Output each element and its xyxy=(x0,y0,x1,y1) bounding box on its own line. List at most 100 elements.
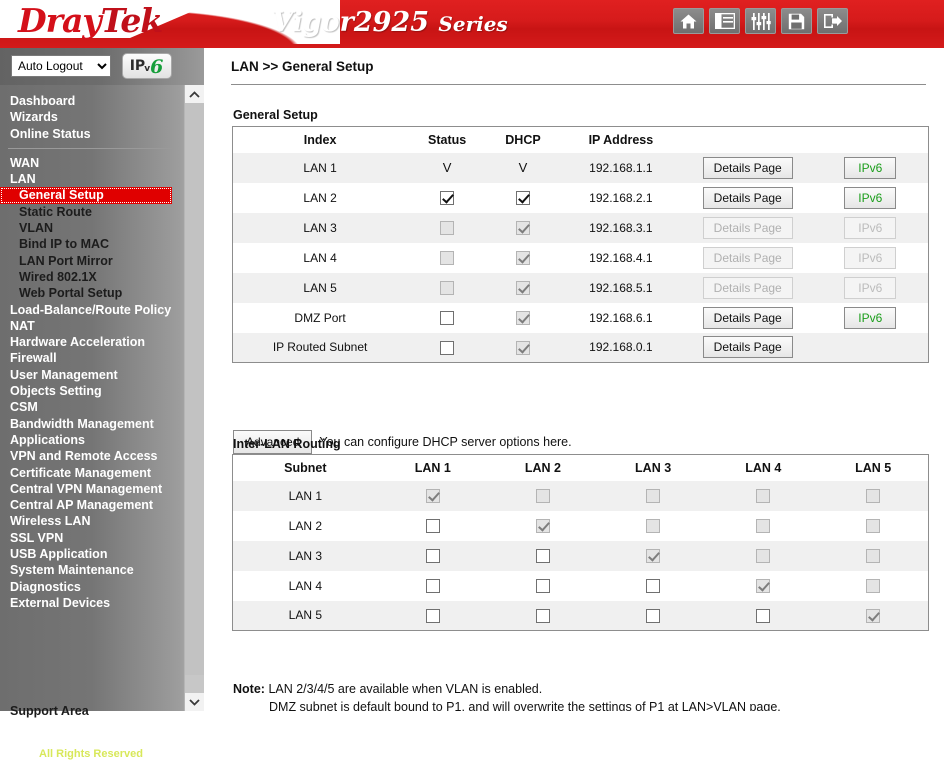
sidebar-item-wired-802-1x[interactable]: Wired 802.1X xyxy=(0,269,182,285)
sidebar-item-user-management[interactable]: User Management xyxy=(0,367,182,383)
sidebar-item-lan-port-mirror[interactable]: LAN Port Mirror xyxy=(0,253,182,269)
sidebar-item-hardware-acceleration[interactable]: Hardware Acceleration xyxy=(0,334,182,350)
subnet-label-cell: LAN 4 xyxy=(288,578,323,593)
table-row: IP Routed Subnet 192.168.0.1 Details Page xyxy=(232,332,929,363)
sidebar-item-external-devices[interactable]: External Devices xyxy=(0,595,182,611)
dhcp-checkbox[interactable] xyxy=(516,190,530,205)
details-page-button[interactable]: Details Page xyxy=(702,186,793,209)
status-checkbox[interactable] xyxy=(440,310,455,325)
ipv6-button[interactable]: IPv6 xyxy=(844,156,897,179)
sidebar-item-vpn-and-remote-access[interactable]: VPN and Remote Access xyxy=(0,448,182,464)
status-cell xyxy=(407,212,488,243)
sidebar-item-wan[interactable]: WAN xyxy=(0,155,182,171)
sidebar-divider xyxy=(8,147,172,149)
ipv6-button[interactable]: IPv6 xyxy=(844,186,897,209)
details-page-button[interactable]: Details Page xyxy=(702,156,793,179)
sidebar-item-system-maintenance[interactable]: System Maintenance xyxy=(0,562,182,578)
sidebar-item-wireless-lan[interactable]: Wireless LAN xyxy=(0,513,182,529)
sidebar-item-ssl-vpn[interactable]: SSL VPN xyxy=(0,530,182,546)
sidebar-item-certificate-management[interactable]: Certificate Management xyxy=(0,465,182,481)
routing-checkbox[interactable] xyxy=(756,608,771,623)
table-row: LAN 1 xyxy=(232,480,929,511)
sidebar-item-vlan[interactable]: VLAN xyxy=(0,220,182,236)
sidebar-scrollbar[interactable] xyxy=(184,85,204,711)
sidebar-item-firewall[interactable]: Firewall xyxy=(0,350,182,366)
sidebar-item-central-ap-management[interactable]: Central AP Management xyxy=(0,497,182,513)
logout-icon[interactable] xyxy=(817,8,848,34)
dhcp-cell xyxy=(487,272,559,303)
sidebar-item-general-setup[interactable]: General Setup xyxy=(0,187,172,204)
ipv6-cell: IPv6 xyxy=(813,303,929,333)
routing-checkbox[interactable] xyxy=(535,578,550,593)
save-floppy-icon[interactable] xyxy=(781,8,812,34)
sidebar-item-load-balance-route-policy[interactable]: Load-Balance/Route Policy xyxy=(0,302,182,318)
sidebar-item-product-registration[interactable]: Product Registration xyxy=(0,720,182,737)
product-model-title: Vigor2925 Series xyxy=(272,7,508,38)
ip-address-cell: 192.168.3.1 xyxy=(558,212,683,243)
model-series: Series xyxy=(438,12,508,36)
routing-checkbox[interactable] xyxy=(425,608,440,623)
sidebar-item-diagnostics[interactable]: Diagnostics xyxy=(0,579,182,595)
routing-checkbox[interactable] xyxy=(646,578,661,593)
routing-cell xyxy=(378,571,488,601)
sidebar-item-wizards[interactable]: Wizards xyxy=(0,109,182,125)
scroll-up-arrow-icon[interactable] xyxy=(185,85,204,103)
sidebar-item-usb-application[interactable]: USB Application xyxy=(0,546,182,562)
sidebar-item-central-vpn-management[interactable]: Central VPN Management xyxy=(0,481,182,497)
scroll-down-arrow-icon[interactable] xyxy=(185,693,204,711)
routing-checkbox[interactable] xyxy=(646,608,661,623)
ip-address-cell: 192.168.2.1 xyxy=(589,190,653,205)
routing-checkbox[interactable] xyxy=(425,548,440,563)
column-header xyxy=(682,126,813,153)
column-header: LAN 5 xyxy=(818,454,929,481)
sidebar-item-web-portal-setup[interactable]: Web Portal Setup xyxy=(0,285,182,301)
sidebar-item-nat[interactable]: NAT xyxy=(0,318,182,334)
status-cell xyxy=(407,243,487,273)
ipv6-mode-button[interactable]: IP v 6 xyxy=(122,53,172,79)
table-row: LAN 5 192.168.5.1 Details Page IPv6 xyxy=(232,272,929,303)
auto-logout-select[interactable]: Auto LogoutOff1 min3 min5 min10 min xyxy=(11,55,111,77)
sidebar-item-static-route[interactable]: Static Route xyxy=(0,204,182,220)
status-checkbox[interactable] xyxy=(440,190,455,205)
sidebar-item-support-area[interactable]: Support Area xyxy=(0,703,182,720)
routing-checkbox[interactable] xyxy=(425,518,440,533)
inter-lan-routing-section-title: Inter-LAN Routing xyxy=(233,437,341,451)
routing-checkbox[interactable] xyxy=(535,548,550,563)
status-checkbox[interactable] xyxy=(440,340,455,355)
column-header: LAN 4 xyxy=(708,454,819,481)
sidebar-toggle-icon[interactable] xyxy=(709,8,740,34)
sidebar-item-bind-ip-to-mac[interactable]: Bind IP to MAC xyxy=(0,236,182,252)
sidebar-toolbar: Auto LogoutOff1 min3 min5 min10 min IPv6 xyxy=(0,48,204,85)
sidebar-item-objects-setting[interactable]: Objects Setting xyxy=(0,383,182,399)
sidebar-item-csm[interactable]: CSM xyxy=(0,399,182,415)
column-header xyxy=(812,126,929,153)
sidebar-item-lan[interactable]: LAN xyxy=(0,171,182,187)
routing-checkbox[interactable] xyxy=(425,578,440,593)
details-page-button[interactable]: Details Page xyxy=(702,336,793,359)
home-icon[interactable] xyxy=(673,8,704,34)
routing-checkbox[interactable] xyxy=(535,608,550,623)
scrollbar-thumb[interactable] xyxy=(185,103,204,675)
sidebar-item-applications[interactable]: Applications xyxy=(0,432,182,448)
header-icon-bar xyxy=(673,8,848,34)
sidebar-item-dashboard[interactable]: Dashboard xyxy=(0,93,182,109)
table-row: LAN 4 xyxy=(233,571,929,601)
routing-cell xyxy=(598,511,708,541)
details-page-button: Details Page xyxy=(702,276,793,299)
ipv6-button: IPv6 xyxy=(844,216,897,239)
dhcp-cell xyxy=(487,212,559,243)
details-page-cell: Details Page xyxy=(683,183,813,213)
sliders-settings-icon[interactable] xyxy=(745,8,776,34)
ipv6-button[interactable]: IPv6 xyxy=(844,306,897,329)
status-cell: V xyxy=(407,152,488,183)
main-content: LAN >> General Setup General Setup Index… xyxy=(204,48,944,711)
model-name: Vigor2925 xyxy=(272,7,429,38)
sidebar-item-bandwidth-management[interactable]: Bandwidth Management xyxy=(0,416,182,432)
routing-cell xyxy=(598,480,709,511)
details-page-cell: Details Page xyxy=(683,243,813,273)
details-page-button[interactable]: Details Page xyxy=(702,306,793,329)
details-page-button: Details Page xyxy=(702,216,793,239)
column-header: LAN 2 xyxy=(487,454,599,481)
status-cell xyxy=(407,183,487,213)
sidebar-item-online-status[interactable]: Online Status xyxy=(0,126,182,142)
